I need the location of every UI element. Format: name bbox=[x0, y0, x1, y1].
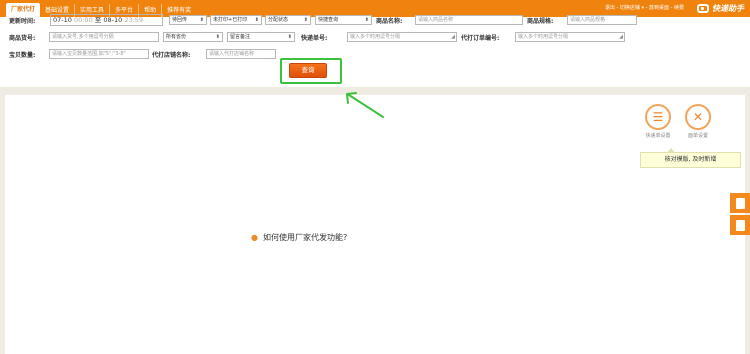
side-tab-edit[interactable] bbox=[730, 215, 750, 235]
product-name-label: 商品名称: bbox=[376, 18, 403, 25]
date-separator: 至 bbox=[94, 16, 102, 24]
logo-text: 快递助手 bbox=[712, 4, 744, 13]
chevron-down-icon: ⬍ bbox=[254, 17, 259, 23]
product-code-input[interactable]: 请输入货号,多个用逗号分隔 bbox=[49, 32, 159, 42]
chevron-down-icon: ⬍ bbox=[303, 17, 308, 23]
shop-name-input[interactable]: 请输入代打店铺名称 bbox=[206, 49, 276, 59]
green-arrow-annotation bbox=[346, 92, 384, 118]
product-spec-input[interactable]: 请输入商品规格 bbox=[567, 15, 637, 25]
quantity-input[interactable]: 请输入宝贝数量范围,如"5";"3-8" bbox=[49, 49, 149, 59]
resize-handle-icon[interactable]: ◢ bbox=[619, 33, 623, 41]
express-template-settings[interactable]: ☰ 快递单设置 bbox=[641, 104, 675, 139]
alloc-select-value: 分配状态 bbox=[268, 17, 289, 23]
express-no-input[interactable]: 输入多个时用逗号分隔 ◢ bbox=[347, 32, 457, 42]
order-no-placeholder: 输入多个时用逗号分隔 bbox=[518, 34, 569, 40]
print-status-select[interactable]: 未打印+已打印 ⬍ bbox=[210, 15, 262, 25]
product-spec-label: 商品规格: bbox=[527, 18, 554, 25]
quick-select-value: 快捷查询 bbox=[318, 17, 339, 23]
shop-name-label: 代打店铺名称: bbox=[152, 52, 191, 59]
express-no-label: 快递单号: bbox=[301, 35, 328, 42]
waybill-settings-label: 面单设置 bbox=[687, 133, 708, 139]
nav-tab-factory-print[interactable]: 厂家代打 bbox=[6, 3, 41, 17]
search-button[interactable]: 查询 bbox=[289, 63, 327, 78]
tools-icon: ✕ bbox=[685, 104, 711, 130]
status-select-value: 待回传 bbox=[172, 17, 188, 23]
chevron-down-icon: ⬍ bbox=[199, 17, 204, 23]
date-to: 08-10 bbox=[103, 16, 123, 24]
chevron-down-icon: ⬍ bbox=[215, 34, 220, 40]
allocation-status-select[interactable]: 分配状态 ⬍ bbox=[265, 15, 311, 25]
quick-query-select[interactable]: 快捷查询 ⬍ bbox=[315, 15, 372, 25]
status-select[interactable]: 待回传 ⬍ bbox=[169, 15, 207, 25]
date-from: 07-10 bbox=[53, 16, 72, 24]
edit-document-icon bbox=[735, 219, 745, 231]
province-select-value: 所有省份 bbox=[166, 34, 187, 40]
express-no-placeholder: 输入多个时用逗号分隔 bbox=[350, 34, 401, 40]
document-list-icon: ☰ bbox=[645, 104, 671, 130]
bullet-icon: ● bbox=[251, 233, 258, 242]
product-code-label: 商品货号: bbox=[9, 35, 36, 42]
chevron-down-icon: ⬍ bbox=[287, 34, 292, 40]
print-select-value: 未打印+已打印 bbox=[213, 17, 248, 23]
side-tab-document[interactable] bbox=[730, 193, 750, 213]
quantity-label: 宝贝数量: bbox=[9, 52, 36, 59]
order-no-label: 代打订单编号: bbox=[461, 35, 500, 42]
resize-handle-icon[interactable]: ◢ bbox=[451, 33, 455, 41]
time-to: 23:59 bbox=[124, 16, 144, 24]
logo-icon bbox=[697, 4, 709, 13]
remark-select-value: 留言备注 bbox=[230, 34, 251, 40]
document-icon bbox=[735, 197, 745, 209]
express-template-label: 快递单设置 bbox=[645, 133, 671, 139]
help-link[interactable]: ● 如何使用厂家代发功能? bbox=[251, 232, 347, 243]
help-link-text: 如何使用厂家代发功能? bbox=[262, 233, 348, 242]
content-panel bbox=[5, 95, 745, 354]
order-no-input[interactable]: 输入多个时用逗号分隔 ◢ bbox=[515, 32, 625, 42]
remark-select[interactable]: 留言备注 ⬍ bbox=[227, 32, 295, 42]
product-name-input[interactable]: 请输入商品名称 bbox=[415, 15, 523, 25]
brand-logo: 快递助手 bbox=[697, 2, 744, 15]
province-select[interactable]: 所有省份 ⬍ bbox=[163, 32, 223, 42]
chevron-down-icon: ⬍ bbox=[364, 17, 369, 23]
template-tip: 核对模版, 及时新增 bbox=[640, 148, 741, 168]
date-range-input[interactable]: 07-10 00:00 至 08-10 23:59 bbox=[50, 14, 163, 26]
time-from: 00:00 bbox=[73, 16, 93, 24]
waybill-settings[interactable]: ✕ 面单设置 bbox=[681, 104, 715, 139]
update-time-label: 更新时间: bbox=[9, 18, 36, 25]
